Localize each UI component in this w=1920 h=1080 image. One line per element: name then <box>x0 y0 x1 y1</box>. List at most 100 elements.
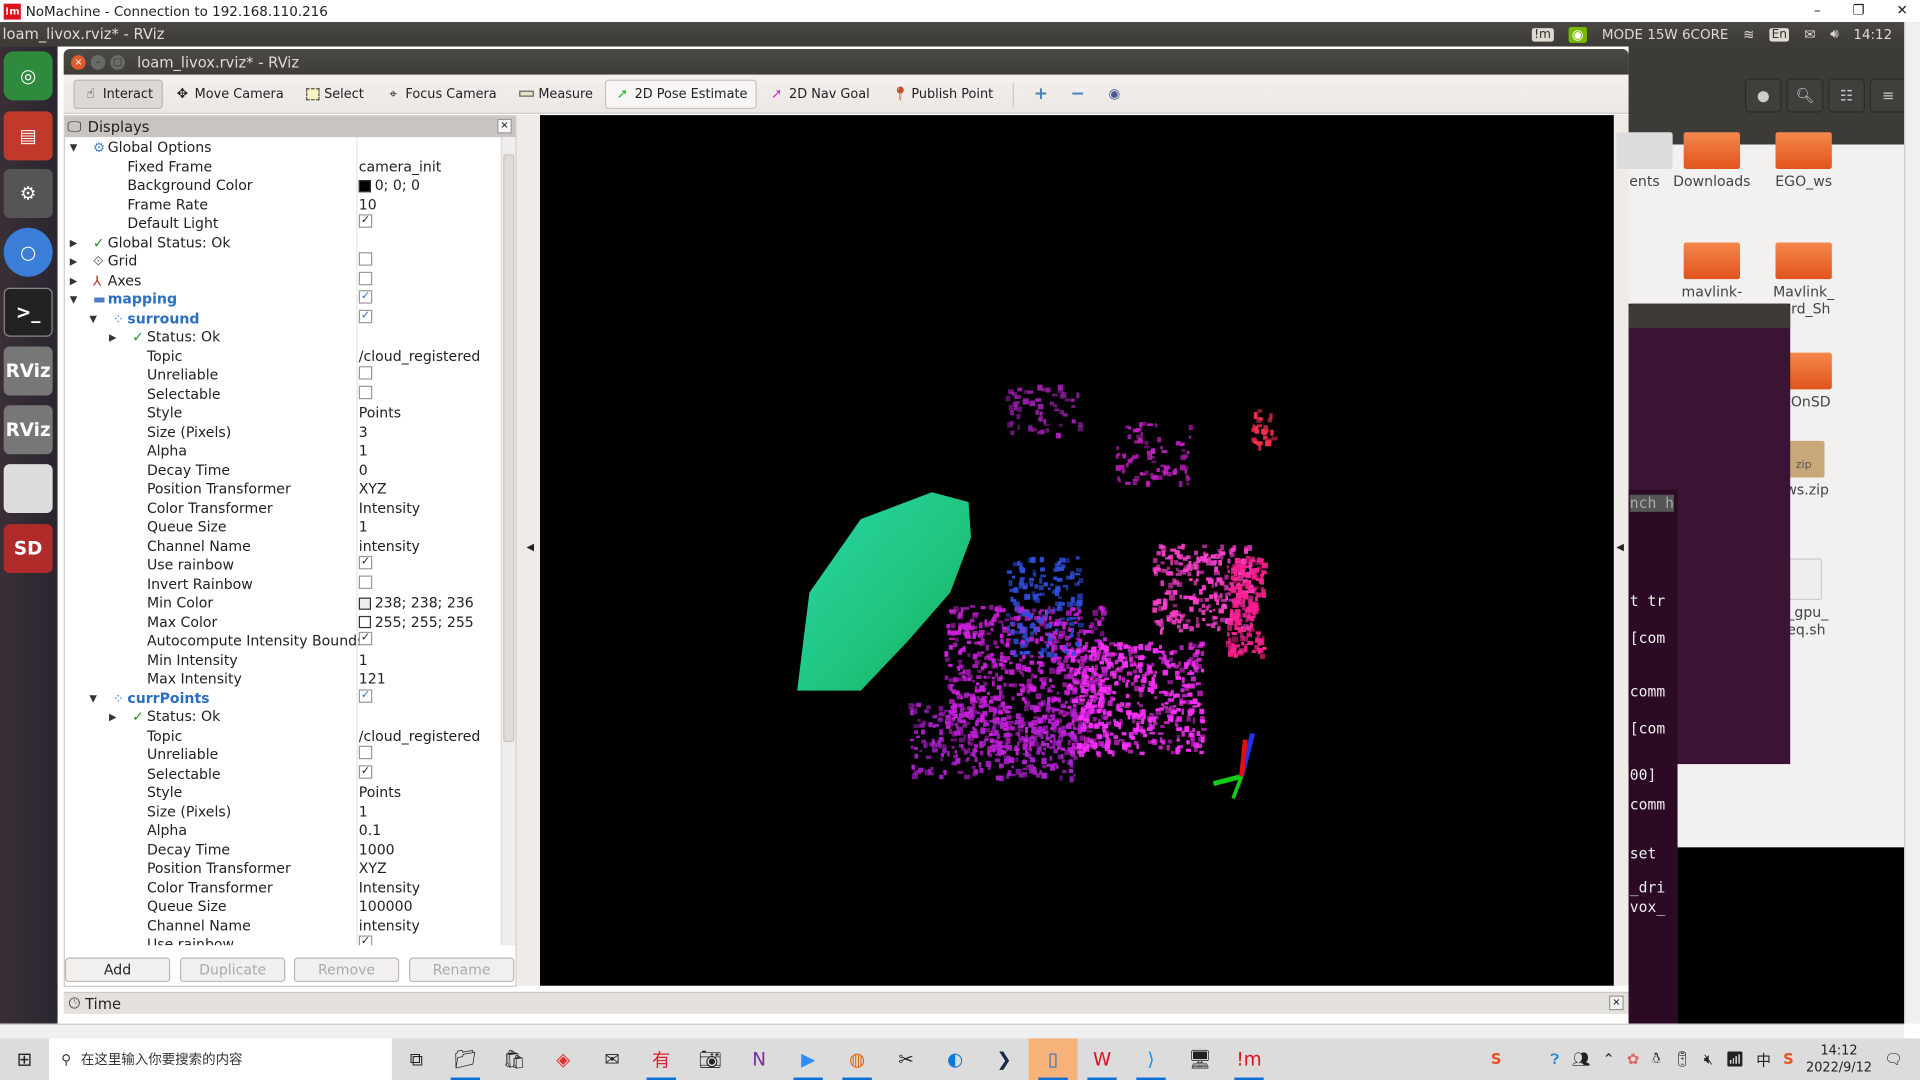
tree-row[interactable]: Position Transformer XYZ <box>65 860 503 879</box>
app-tray-icon[interactable]: ✿ <box>1627 1051 1639 1068</box>
property-value[interactable]: 1 <box>359 803 368 822</box>
remote-desktop-icon[interactable]: 🖥︎ <box>1176 1038 1225 1080</box>
tree-row[interactable]: Min Intensity 1 <box>65 651 503 670</box>
tree-row[interactable]: Decay Time 1000 <box>65 841 503 860</box>
publish-point-tool[interactable]: 📍︎ Publish Point <box>882 79 1003 108</box>
record-button[interactable]: ● <box>1744 78 1782 113</box>
property-value[interactable]: 100000 <box>359 898 413 917</box>
right-splitter[interactable]: ◀ <box>1613 115 1629 986</box>
tree-row[interactable]: Invert Rainbow <box>65 574 503 594</box>
property-value[interactable]: intensity <box>359 537 420 556</box>
clock[interactable]: 14:12 <box>1853 26 1892 42</box>
collapse-arrow-icon[interactable]: ▼ <box>70 138 78 157</box>
checkbox-unchecked[interactable] <box>358 252 373 266</box>
tree-row[interactable]: Min Color 238; 238; 236 <box>65 594 503 613</box>
phone-link-icon[interactable]: ▯ <box>1028 1038 1078 1080</box>
tree-row[interactable]: Channel Name intensity <box>65 537 503 556</box>
property-value[interactable] <box>358 252 373 266</box>
checkbox-unchecked[interactable] <box>358 271 373 285</box>
mail-icon[interactable]: ✉ <box>1804 26 1815 42</box>
tree-row[interactable]: Queue Size 100000 <box>65 898 503 917</box>
tree-row[interactable]: ▼ ⁘ currPoints ✓ <box>65 688 503 708</box>
tree-row[interactable]: Size (Pixels) 1 <box>65 803 503 822</box>
wifi-icon[interactable]: ≋ <box>1743 26 1754 42</box>
property-value[interactable]: ✓ <box>358 309 373 323</box>
property-value[interactable]: XYZ <box>359 860 387 879</box>
property-value[interactable]: /cloud_registered <box>359 347 481 366</box>
property-value[interactable]: 0.1 <box>359 822 381 841</box>
tree-row[interactable]: Alpha 0.1 <box>65 822 503 841</box>
scrollbar-thumb[interactable] <box>503 154 515 743</box>
property-value[interactable]: 1000 <box>359 841 395 860</box>
nomachine-icon[interactable]: !m <box>1224 1038 1273 1080</box>
collapse-arrow-icon[interactable]: ▼ <box>70 290 78 309</box>
folder-ego-ws[interactable]: EGO_ws <box>1761 132 1847 190</box>
tree-row[interactable]: Decay Time 0 <box>65 461 503 480</box>
panels-visibility-button[interactable]: ◉ <box>1097 79 1131 108</box>
close-button[interactable]: ✕ <box>1896 2 1907 18</box>
checkbox-unchecked[interactable] <box>358 385 373 399</box>
tree-row[interactable]: Color Transformer Intensity <box>65 879 503 898</box>
property-value[interactable]: Intensity <box>359 499 420 518</box>
2d-pose-estimate-tool[interactable]: ➚ 2D Pose Estimate <box>605 78 758 109</box>
property-value[interactable]: ✓ <box>358 290 373 304</box>
tree-row[interactable]: Size (Pixels) 3 <box>65 423 503 442</box>
power-mode-label[interactable]: MODE 15W 6CORE <box>1602 26 1729 42</box>
property-value[interactable]: Points <box>359 784 401 803</box>
tree-row[interactable]: Position Transformer XYZ <box>65 480 503 499</box>
people-icon[interactable]: 👥︎ <box>1572 1051 1591 1068</box>
property-value[interactable]: 121 <box>359 670 386 689</box>
property-value[interactable]: ✓ <box>358 764 373 779</box>
rviz-icon[interactable]: RViz <box>3 405 53 455</box>
app-red-diamond-icon[interactable]: ◈ <box>539 1038 588 1080</box>
search-icon[interactable]: 🔍︎ <box>1786 78 1824 113</box>
property-value[interactable]: ✓ <box>358 935 373 946</box>
tree-row[interactable]: Style Points <box>65 784 503 803</box>
displays-scrollbar[interactable] <box>500 137 516 946</box>
property-value[interactable]: intensity <box>359 917 420 936</box>
settings-icon[interactable]: ⚙ <box>3 168 53 218</box>
tree-row[interactable]: Style Points <box>65 404 503 423</box>
files-icon[interactable]: ▤ <box>3 111 53 161</box>
show-hidden-icons[interactable]: ⌃ <box>1602 1051 1614 1068</box>
tree-row[interactable]: ▶ ✓ Status: Ok <box>65 328 503 347</box>
checkbox-checked[interactable]: ✓ <box>358 935 373 946</box>
tree-row[interactable]: Background Color 0; 0; 0 <box>65 176 503 195</box>
wps-icon[interactable]: W <box>1078 1038 1127 1080</box>
nomachine-icon[interactable]: !m <box>1531 27 1554 42</box>
tree-row[interactable]: Selectable ✓ <box>65 764 503 784</box>
tree-row[interactable]: ▶ ⅄ Axes <box>65 271 503 290</box>
property-value[interactable]: 1 <box>359 442 368 461</box>
window-minimize-button[interactable]: – <box>90 54 106 70</box>
terminal-icon[interactable]: >_ <box>3 287 53 337</box>
tree-row[interactable]: Selectable <box>65 385 503 404</box>
interact-tool[interactable]: ☝ Interact <box>73 78 163 109</box>
property-value[interactable]: 1 <box>359 518 368 537</box>
tree-row[interactable]: Fixed Frame camera_init <box>65 157 503 176</box>
checkbox-unchecked[interactable] <box>358 745 373 760</box>
task-view-icon[interactable]: ⧉ <box>392 1038 441 1080</box>
property-value[interactable]: Points <box>359 404 401 423</box>
sd-card-icon[interactable]: SD <box>3 524 53 574</box>
move-camera-tool[interactable]: ✥ Move Camera <box>165 79 293 108</box>
close-time-panel-button[interactable]: ✕ <box>1608 995 1624 1011</box>
property-value[interactable] <box>358 385 373 399</box>
tree-row[interactable]: Unreliable <box>65 366 503 385</box>
youdao-icon[interactable]: 有 <box>637 1038 686 1080</box>
firefox-icon[interactable]: ◍ <box>833 1038 882 1080</box>
property-value[interactable]: 10 <box>359 195 377 214</box>
duplicate-display-button[interactable]: Duplicate <box>180 957 286 983</box>
property-value[interactable]: 3 <box>359 423 368 442</box>
vscode-icon[interactable]: ⟩ <box>1127 1038 1176 1080</box>
expand-arrow-icon[interactable]: ▶ <box>109 328 117 347</box>
camera-icon[interactable]: 📷︎ <box>686 1038 735 1080</box>
network-icon[interactable]: 📶︎ <box>1725 1051 1744 1068</box>
property-value[interactable]: 238; 238; 236 <box>358 594 474 613</box>
view-list-icon[interactable]: ☷ <box>1828 78 1865 113</box>
checkbox-checked[interactable]: ✓ <box>358 764 373 779</box>
property-value[interactable]: 0; 0; 0 <box>358 176 420 195</box>
taskbar-clock[interactable]: 14:12 2022/9/12 <box>1806 1042 1872 1076</box>
measure-tool[interactable]: Measure <box>509 79 603 108</box>
remove-tool-button[interactable]: − <box>1061 79 1095 108</box>
add-display-button[interactable]: Add <box>64 957 171 983</box>
